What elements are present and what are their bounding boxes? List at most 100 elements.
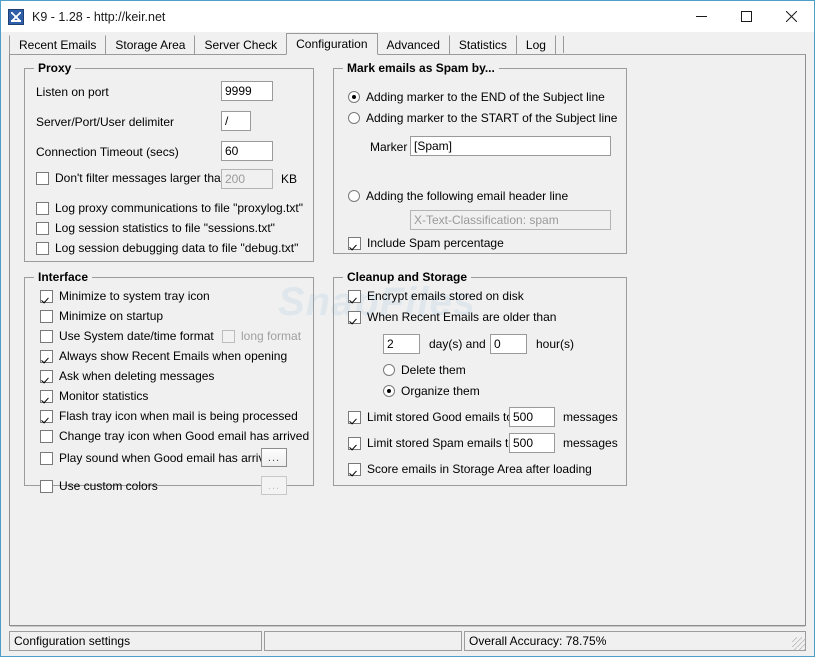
- system-datetime-label: Use System date/time format: [59, 329, 214, 343]
- include-percentage-row[interactable]: Include Spam percentage: [348, 236, 504, 250]
- tab-statistics[interactable]: Statistics: [448, 35, 517, 54]
- system-datetime-checkbox[interactable]: [40, 329, 53, 343]
- tab-configuration[interactable]: Configuration: [286, 33, 378, 55]
- status-left: Configuration settings: [9, 631, 262, 651]
- interface-item-flash-tray[interactable]: Flash tray icon when mail is being proce…: [40, 409, 298, 423]
- timeout-input[interactable]: 60: [221, 141, 273, 161]
- status-bar: Configuration settings Overall Accuracy:…: [9, 631, 806, 651]
- hours-input[interactable]: 0: [490, 334, 527, 354]
- tab-log[interactable]: Log: [515, 35, 556, 54]
- minimize-tray-checkbox[interactable]: [40, 289, 53, 303]
- dont-filter-row[interactable]: Don't filter messages larger than: [36, 171, 227, 185]
- interface-item-system-datetime[interactable]: Use System date/time format: [40, 329, 214, 343]
- score-emails-row[interactable]: Score emails in Storage Area after loadi…: [348, 462, 592, 476]
- marker-input[interactable]: [Spam]: [410, 136, 611, 156]
- spam-option-start-radio[interactable]: [348, 112, 360, 124]
- ask-deleting-checkbox[interactable]: [40, 369, 53, 383]
- play-sound-checkbox[interactable]: [40, 451, 53, 465]
- max-size-input[interactable]: 200: [221, 169, 273, 189]
- encrypt-checkbox[interactable]: [348, 289, 361, 303]
- custom-colors-label: Use custom colors: [59, 479, 158, 493]
- log-proxy-checkbox[interactable]: [36, 201, 49, 215]
- spam-option-start[interactable]: Adding marker to the START of the Subjec…: [348, 111, 617, 125]
- log-proxy-row[interactable]: Log proxy communications to file "proxyl…: [36, 201, 303, 215]
- close-icon[interactable]: [769, 1, 814, 32]
- log-session-checkbox[interactable]: [36, 221, 49, 235]
- interface-item-ask-deleting[interactable]: Ask when deleting messages: [40, 369, 214, 383]
- include-percentage-checkbox[interactable]: [348, 236, 361, 250]
- monitor-statistics-checkbox[interactable]: [40, 389, 53, 403]
- log-debug-row[interactable]: Log session debugging data to file "debu…: [36, 241, 298, 255]
- log-session-row[interactable]: Log session statistics to file "sessions…: [36, 221, 275, 235]
- delimiter-label: Server/Port/User delimiter: [36, 115, 175, 129]
- tab-strip-end: [562, 36, 564, 53]
- organize-them-radio[interactable]: [383, 385, 395, 397]
- minimize-startup-label: Minimize on startup: [59, 309, 164, 323]
- always-show-recent-checkbox[interactable]: [40, 349, 53, 363]
- limit-spam-input[interactable]: 500: [509, 433, 555, 453]
- delimiter-input[interactable]: /: [221, 111, 251, 131]
- header-line-input[interactable]: X-Text-Classification: spam: [410, 210, 611, 230]
- tab-strip: Recent Emails Storage Area Server Check …: [1, 32, 814, 55]
- log-debug-checkbox[interactable]: [36, 241, 49, 255]
- days-input[interactable]: 2: [383, 334, 420, 354]
- encrypt-row[interactable]: Encrypt emails stored on disk: [348, 289, 524, 303]
- timeout-row: Connection Timeout (secs): [36, 145, 179, 159]
- interface-item-monitor-statistics[interactable]: Monitor statistics: [40, 389, 148, 403]
- tab-advanced[interactable]: Advanced: [376, 35, 450, 54]
- cleanup-storage-group: Cleanup and Storage: [333, 270, 627, 486]
- limit-spam-checkbox[interactable]: [348, 436, 361, 450]
- change-tray-label: Change tray icon when Good email has arr…: [59, 429, 310, 443]
- monitor-statistics-label: Monitor statistics: [59, 389, 149, 403]
- interface-item-play-sound[interactable]: Play sound when Good email has arrived: [40, 451, 278, 465]
- interface-item-minimize-startup[interactable]: Minimize on startup: [40, 309, 163, 323]
- limit-good-row[interactable]: Limit stored Good emails to: [348, 410, 513, 424]
- older-than-row[interactable]: When Recent Emails are older than: [348, 310, 556, 324]
- limit-good-label: Limit stored Good emails to: [367, 410, 514, 424]
- score-emails-checkbox[interactable]: [348, 462, 361, 476]
- delete-them-label: Delete them: [401, 363, 466, 377]
- spam-option-header[interactable]: Adding the following email header line: [348, 189, 568, 203]
- ask-deleting-label: Ask when deleting messages: [59, 369, 215, 383]
- tab-server-check[interactable]: Server Check: [194, 35, 288, 54]
- older-than-checkbox[interactable]: [348, 310, 361, 324]
- interface-item-minimize-tray[interactable]: Minimize to system tray icon: [40, 289, 210, 303]
- hours-label: hour(s): [536, 337, 575, 351]
- listen-port-input[interactable]: 9999: [221, 81, 273, 101]
- spam-option-header-label: Adding the following email header line: [366, 189, 569, 203]
- interface-item-change-tray[interactable]: Change tray icon when Good email has arr…: [40, 429, 309, 443]
- marker-label: Marker: [370, 140, 408, 154]
- proxy-group-legend: Proxy: [34, 61, 76, 75]
- limit-good-input[interactable]: 500: [509, 407, 555, 427]
- limit-spam-row[interactable]: Limit stored Spam emails to: [348, 436, 515, 450]
- marker-row: Marker: [370, 140, 407, 154]
- resize-grip-icon[interactable]: [792, 637, 806, 651]
- interface-item-custom-colors[interactable]: Use custom colors: [40, 479, 158, 493]
- spam-option-header-radio[interactable]: [348, 190, 360, 202]
- dont-filter-checkbox[interactable]: [36, 171, 49, 185]
- minimize-startup-checkbox[interactable]: [40, 309, 53, 323]
- tab-storage-area[interactable]: Storage Area: [105, 35, 196, 54]
- include-percentage-label: Include Spam percentage: [367, 236, 504, 250]
- dont-filter-label: Don't filter messages larger than: [55, 171, 228, 185]
- organize-them-row[interactable]: Organize them: [383, 384, 480, 398]
- log-session-label: Log session statistics to file "sessions…: [55, 221, 275, 235]
- flash-tray-checkbox[interactable]: [40, 409, 53, 423]
- custom-colors-checkbox[interactable]: [40, 479, 53, 493]
- spam-option-end[interactable]: Adding marker to the END of the Subject …: [348, 90, 605, 104]
- spam-marking-group-legend: Mark emails as Spam by...: [343, 61, 499, 75]
- encrypt-label: Encrypt emails stored on disk: [367, 289, 524, 303]
- minimize-icon[interactable]: [679, 1, 724, 32]
- listen-port-row: Listen on port: [36, 85, 109, 99]
- tab-recent-emails[interactable]: Recent Emails: [9, 35, 107, 54]
- hours-unit: hour(s): [536, 337, 574, 351]
- interface-item-always-show-recent[interactable]: Always show Recent Emails when opening: [40, 349, 287, 363]
- delete-them-radio[interactable]: [383, 364, 395, 376]
- browse-sound-button[interactable]: ...: [261, 448, 287, 467]
- limit-good-checkbox[interactable]: [348, 410, 361, 424]
- maximize-icon[interactable]: [724, 1, 769, 32]
- spam-option-end-radio[interactable]: [348, 91, 360, 103]
- change-tray-checkbox[interactable]: [40, 429, 53, 443]
- listen-port-label: Listen on port: [36, 85, 109, 99]
- delete-them-row[interactable]: Delete them: [383, 363, 466, 377]
